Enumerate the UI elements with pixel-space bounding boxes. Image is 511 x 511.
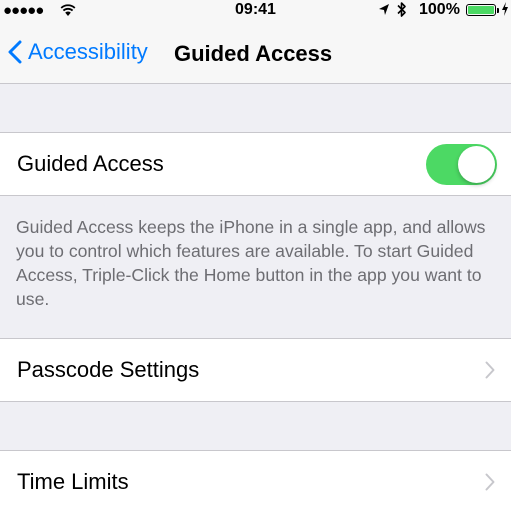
- battery-percent: 100%: [419, 1, 460, 18]
- charging-bolt-icon: [501, 2, 509, 21]
- battery-icon: [466, 4, 496, 16]
- back-button[interactable]: Accessibility: [8, 39, 148, 65]
- battery-fill: [468, 6, 494, 14]
- guided-access-description: Guided Access keeps the iPhone in a sing…: [16, 217, 486, 309]
- chevron-right-icon: [485, 361, 495, 379]
- passcode-settings-label: Passcode Settings: [17, 357, 200, 382]
- time-limits-group: Time Limits: [0, 450, 511, 511]
- toggle-knob: [458, 146, 495, 183]
- chevron-left-icon: [8, 40, 22, 64]
- guided-access-row: Guided Access: [0, 133, 511, 195]
- page-title: Guided Access: [174, 41, 333, 66]
- time-limits-label: Time Limits: [17, 469, 129, 494]
- passcode-settings-group: Passcode Settings: [0, 338, 511, 402]
- guided-access-label: Guided Access: [17, 151, 164, 176]
- guided-access-group: Guided Access: [0, 132, 511, 196]
- location-arrow-icon: [378, 3, 390, 21]
- time-limits-row[interactable]: Time Limits: [0, 451, 511, 511]
- navigation-bar: Accessibility Guided Access: [0, 20, 511, 84]
- back-button-label: Accessibility: [28, 39, 148, 64]
- status-bar: ●●●●● 09:41 100%: [0, 0, 511, 20]
- battery-tip: [497, 8, 499, 13]
- settings-screen: ●●●●● 09:41 100% Accessibility Guided Ac…: [0, 0, 511, 511]
- guided-access-toggle[interactable]: [426, 144, 497, 185]
- chevron-right-icon: [485, 473, 495, 491]
- passcode-settings-row[interactable]: Passcode Settings: [0, 339, 511, 401]
